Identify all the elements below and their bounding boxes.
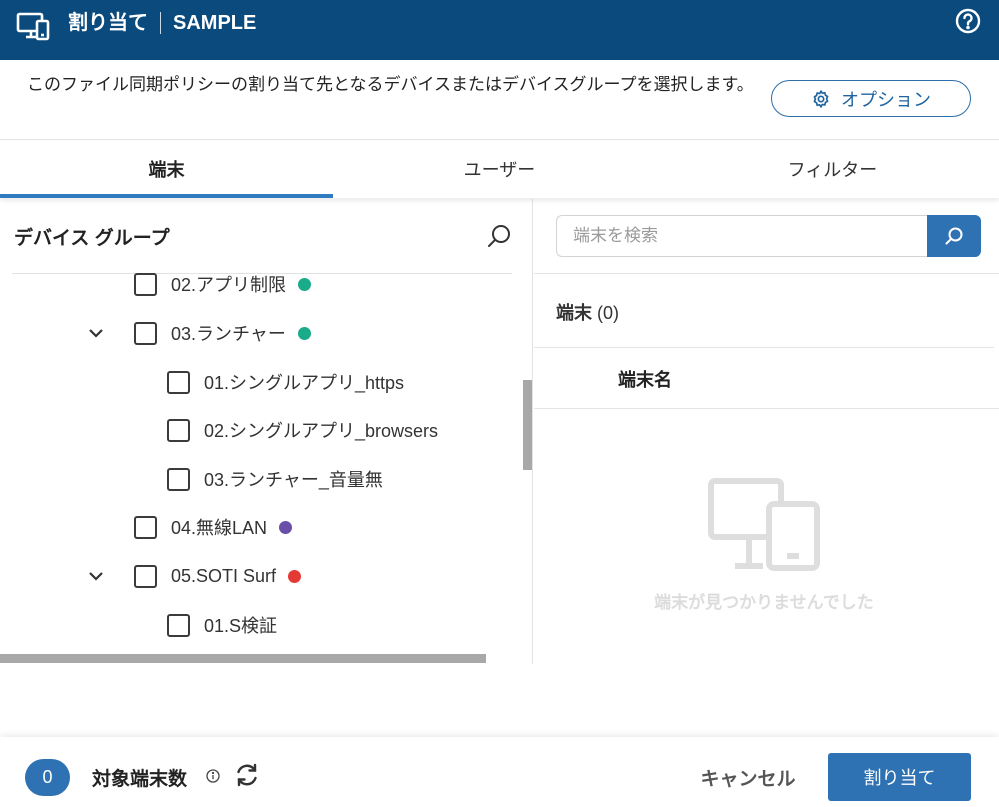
- cancel-button[interactable]: キャンセル: [686, 753, 810, 801]
- dialog-description: このファイル同期ポリシーの割り当て先となるデバイスまたはデバイスグループを選択し…: [27, 75, 754, 94]
- tree-item[interactable]: 03.ランチャー: [134, 318, 311, 348]
- tree-item-label: 01.S検証: [204, 616, 278, 636]
- refresh-icon[interactable]: [233, 761, 261, 789]
- chevron-down-icon[interactable]: [86, 566, 106, 586]
- dialog-header: 割り当て SAMPLE: [0, 0, 999, 60]
- tree-item-label: 03.ランチャー_音量無: [204, 470, 383, 490]
- device-group-panel: デバイス グループ 02.アプリ制限 03.ランチャー 01.シングルアプリ_h…: [0, 199, 533, 664]
- tab-devices[interactable]: 端末: [0, 140, 333, 198]
- checkbox[interactable]: [167, 370, 190, 394]
- checkbox[interactable]: [167, 467, 190, 491]
- checkbox[interactable]: [167, 418, 190, 442]
- tree-item-label: 05.SOTI Surf: [171, 565, 277, 586]
- tab-users[interactable]: ユーザー: [333, 140, 666, 198]
- checkbox[interactable]: [134, 564, 157, 588]
- gear-icon: [813, 89, 829, 108]
- target-count-label: 対象端末数: [92, 769, 188, 790]
- device-group-heading: デバイス グループ: [14, 228, 170, 249]
- vertical-scrollbar[interactable]: [523, 380, 532, 470]
- device-count-label: 端末: [556, 303, 592, 323]
- search-icon: [945, 227, 963, 245]
- tree-item[interactable]: 05.SOTI Surf: [134, 561, 302, 591]
- search-icon[interactable]: [486, 223, 512, 249]
- group-color-dot: [288, 569, 302, 583]
- info-icon[interactable]: [206, 769, 220, 783]
- devices-empty-icon: [708, 478, 820, 571]
- tree-item-label: 02.シングルアプリ_browsers: [204, 421, 439, 441]
- tree-item[interactable]: 03.ランチャー_音量無: [167, 464, 383, 494]
- empty-state-message: 端末が見つかりませんでした: [654, 593, 874, 612]
- horizontal-scrollbar[interactable]: [0, 654, 486, 663]
- devices-icon: [16, 12, 50, 41]
- title-separator: [160, 12, 161, 34]
- tab-users-label: ユーザー: [463, 160, 536, 180]
- device-count: 端末 (0): [556, 299, 619, 325]
- tree-item[interactable]: 04.無線LAN: [134, 512, 293, 542]
- divider: [534, 408, 999, 409]
- dialog-title-text: 割り当て: [68, 12, 148, 34]
- checkbox[interactable]: [167, 613, 190, 637]
- checkbox[interactable]: [134, 515, 157, 539]
- chevron-down-icon[interactable]: [86, 323, 106, 343]
- device-count-value: (0): [597, 303, 620, 323]
- tree-item[interactable]: 01.S検証: [167, 610, 277, 640]
- tree-item-label: 04.無線LAN: [171, 518, 268, 538]
- group-color-dot: [297, 326, 311, 340]
- target-count-badge: 0: [25, 759, 70, 796]
- assign-button[interactable]: 割り当て: [828, 753, 971, 801]
- tab-bar: 端末 ユーザー フィルター: [0, 140, 999, 198]
- tab-filters-label: フィルター: [787, 160, 878, 180]
- tree-item[interactable]: 01.シングルアプリ_https: [167, 367, 404, 397]
- help-icon[interactable]: [955, 8, 981, 34]
- tree-item-label: 01.シングルアプリ_https: [204, 373, 405, 393]
- checkbox[interactable]: [134, 272, 157, 296]
- tree-item-label: 02.アプリ制限: [171, 275, 287, 295]
- options-button[interactable]: オプション: [771, 80, 971, 117]
- dialog-title: 割り当て SAMPLE: [68, 10, 256, 36]
- options-button-label: オプション: [841, 89, 931, 110]
- tab-filters[interactable]: フィルター: [666, 140, 999, 198]
- device-search-input[interactable]: [556, 215, 928, 257]
- divider: [534, 347, 994, 348]
- tree-item-label: 03.ランチャー: [171, 324, 286, 344]
- tab-devices-label: 端末: [148, 160, 185, 180]
- column-header-device-name[interactable]: 端末名: [618, 366, 672, 392]
- checkbox[interactable]: [134, 321, 157, 345]
- tree-item[interactable]: 02.シングルアプリ_browsers: [167, 415, 438, 445]
- divider: [534, 273, 999, 274]
- dialog-footer: 0 対象端末数 キャンセル 割り当て: [0, 737, 999, 807]
- policy-name: SAMPLE: [173, 12, 257, 34]
- tree-item[interactable]: 02.アプリ制限: [134, 269, 312, 299]
- group-color-dot: [298, 277, 312, 291]
- device-search-button[interactable]: [927, 215, 981, 257]
- group-color-dot: [279, 520, 293, 534]
